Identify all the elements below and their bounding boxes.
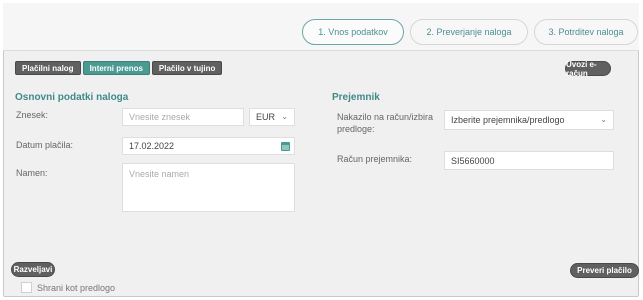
chevron-down-icon: ⌄ — [281, 112, 288, 121]
step-3-label: 3. Potrditev naloga — [548, 27, 624, 37]
date-label: Datum plačila: — [16, 140, 74, 150]
tab-internal-transfer[interactable]: Interni prenos — [82, 61, 150, 75]
save-template-checkbox[interactable] — [21, 282, 32, 293]
amount-label: Znesek: — [16, 110, 49, 120]
amount-placeholder: Vnesite znesek — [129, 112, 191, 122]
date-input[interactable]: 17.02.2022 — [122, 137, 295, 155]
recipient-template-select[interactable]: Izberite prejemnika/predlogo ⌄ — [444, 110, 614, 130]
account-value: SI5660000 — [451, 155, 495, 166]
step-2[interactable]: 2. Preverjanje naloga — [410, 19, 528, 45]
chevron-down-icon: ⌄ — [600, 115, 607, 124]
purpose-placeholder: Vnesite namen — [129, 169, 190, 179]
template-select-value: Izberite prejemnika/predlogo — [451, 115, 565, 125]
tab-payment-order[interactable]: Plačilni nalog — [15, 61, 81, 75]
step-2-label: 2. Preverjanje naloga — [426, 27, 512, 37]
save-template-label: Shrani kot predlogo — [37, 283, 116, 293]
amount-input[interactable]: Vnesite znesek — [122, 108, 244, 126]
date-value: 17.02.2022 — [129, 141, 175, 151]
tab-foreign-payment[interactable]: Plačilo v tujino — [151, 61, 223, 75]
step-1-label: 1. Vnos podatkov — [318, 27, 388, 37]
import-invoice-button[interactable]: Uvozi e-račun — [565, 60, 611, 78]
recipient-account-input[interactable]: SI5660000 — [444, 151, 614, 170]
currency-value: EUR — [256, 112, 276, 122]
basic-data-title: Osnovni podatki naloga — [15, 92, 129, 103]
purpose-label: Namen: — [16, 168, 48, 178]
purpose-input[interactable]: Vnesite namen — [122, 163, 295, 212]
step-1[interactable]: 1. Vnos podatkov — [302, 19, 404, 45]
account-label: Račun prejemnika: — [337, 154, 413, 164]
step-3[interactable]: 3. Potrditev naloga — [534, 19, 638, 45]
recipient-title: Prejemnik — [332, 92, 380, 103]
payment-type-tabs: Plačilni nalog Interni prenos Plačilo v … — [15, 61, 223, 75]
verify-payment-button[interactable]: Preveri plačilo — [570, 263, 639, 278]
currency-select[interactable]: EUR ⌄ — [249, 108, 295, 126]
template-label: Nakazilo na račun/izbira predloge: — [337, 112, 434, 134]
cancel-button[interactable]: Razveljavi — [11, 262, 55, 277]
calendar-icon[interactable] — [281, 142, 290, 151]
